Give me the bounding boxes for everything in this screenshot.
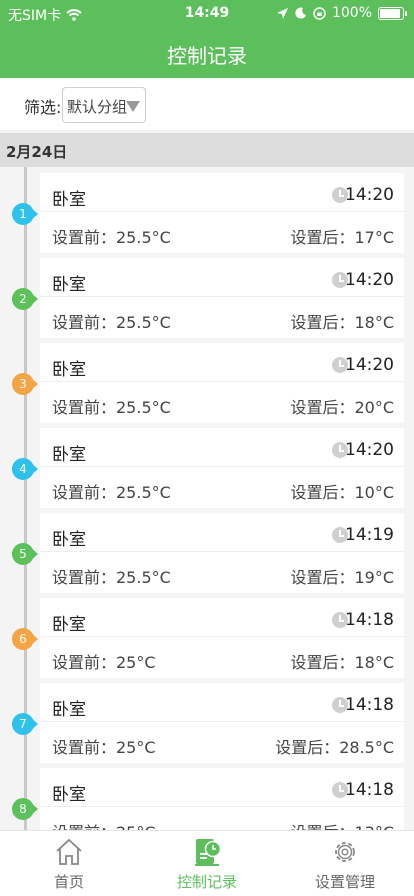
record-before-temp: 设置前：25°C: [52, 819, 156, 830]
record-after-temp: 设置后：20°C: [290, 398, 394, 417]
card-divider: [40, 211, 404, 212]
record-room: 卧室: [52, 275, 86, 295]
status-bar: 无SIM卡 14:49 100%: [0, 0, 414, 28]
date-group-header: 2月24日: [0, 133, 414, 167]
record-index-badge: 1: [12, 203, 40, 225]
record-card[interactable]: 卧室 14:20 设置前：25.5°C 设置后：17°C: [40, 173, 404, 253]
record-item[interactable]: 6 卧室 14:18 设置前：25°C 设置后：18°C: [0, 598, 414, 682]
status-right: 100%: [276, 5, 407, 21]
battery-percent: 100%: [331, 5, 372, 21]
record-card[interactable]: 卧室 14:18 设置前：25°C 设置后：28.5°C: [40, 683, 404, 763]
record-before-temp: 设置前：25°C: [52, 653, 156, 672]
group-select-value: 默认分组: [67, 98, 128, 116]
location-arrow-icon: [276, 7, 288, 19]
gear-icon: [335, 842, 355, 862]
record-after-temp: 设置后：10°C: [290, 483, 394, 502]
card-divider: [40, 296, 404, 297]
record-before-temp: 设置前：25.5°C: [52, 228, 171, 247]
battery-icon: [378, 6, 407, 20]
record-after-temp: 设置后：18°C: [290, 653, 394, 672]
home-icon: [56, 838, 82, 865]
page-title: 控制记录: [167, 44, 247, 68]
card-divider: [40, 381, 404, 382]
group-select[interactable]: 默认分组: [62, 87, 146, 123]
record-room: 卧室: [52, 190, 86, 210]
record-after-temp: 设置后：18°C: [290, 313, 394, 332]
filter-label: 筛选:: [24, 98, 62, 117]
record-index-badge: 2: [12, 288, 40, 310]
moon-icon: [295, 7, 306, 19]
card-divider: [40, 466, 404, 467]
record-index: 8: [19, 802, 27, 816]
record-before-temp: 设置前：25.5°C: [52, 313, 171, 332]
record-room: 卧室: [52, 445, 86, 465]
record-after-temp: 设置后：28.5°C: [275, 738, 394, 757]
card-divider: [40, 806, 404, 807]
record-item[interactable]: 8 卧室 14:18 设置前：25°C 设置后：13°C: [0, 768, 414, 830]
record-index-badge: 6: [12, 628, 40, 650]
record-card[interactable]: 卧室 14:20 设置前：25.5°C 设置后：10°C: [40, 428, 404, 508]
record-time: 14:20: [345, 355, 394, 375]
record-time: 14:20: [345, 270, 394, 290]
record-card[interactable]: 卧室 14:18 设置前：25°C 设置后：18°C: [40, 598, 404, 678]
record-before-temp: 设置前：25.5°C: [52, 568, 171, 587]
record-index-badge: 3: [12, 373, 40, 395]
record-card[interactable]: 卧室 14:20 设置前：25.5°C 设置后：18°C: [40, 258, 404, 338]
record-before-temp: 设置前：25.5°C: [52, 483, 171, 502]
rotation-lock-icon: [313, 6, 326, 20]
record-card[interactable]: 卧室 14:19 设置前：25.5°C 设置后：19°C: [40, 513, 404, 593]
record-time: 14:18: [345, 695, 394, 715]
record-item[interactable]: 1 卧室 14:20 设置前：25.5°C 设置后：17°C: [0, 173, 414, 257]
record-index: 1: [19, 207, 27, 221]
record-timeline[interactable]: 1 卧室 14:20 设置前：25.5°C 设置后：17°C 2 卧室 14:20 设置前：25…: [0, 167, 414, 830]
record-time: 14:20: [345, 185, 394, 205]
record-index: 2: [19, 292, 27, 306]
tab-records-label: 控制记录: [176, 873, 237, 891]
record-index-badge: 4: [12, 458, 40, 480]
record-before-temp: 设置前：25.5°C: [52, 398, 171, 417]
record-index: 4: [19, 462, 27, 476]
tab-records[interactable]: 控制记录: [138, 831, 276, 896]
record-item[interactable]: 4 卧室 14:20 设置前：25.5°C 设置后：10°C: [0, 428, 414, 512]
app-header: 无SIM卡 14:49 100% 控制记录: [0, 0, 414, 78]
record-icon: [195, 839, 222, 866]
record-time: 14:19: [345, 525, 394, 545]
record-index-badge: 5: [12, 543, 40, 565]
record-index: 3: [19, 377, 27, 391]
record-room: 卧室: [52, 615, 86, 635]
record-item[interactable]: 3 卧室 14:20 设置前：25.5°C 设置后：20°C: [0, 343, 414, 427]
card-divider: [40, 551, 404, 552]
record-index: 7: [19, 717, 27, 731]
record-index-badge: 7: [12, 713, 40, 735]
record-after-temp: 设置后：19°C: [290, 568, 394, 587]
record-before-temp: 设置前：25°C: [52, 738, 156, 757]
tab-settings-label: 设置管理: [314, 873, 375, 891]
caret-down-icon: [126, 101, 140, 112]
record-index: 5: [19, 547, 27, 561]
card-divider: [40, 636, 404, 637]
record-time: 14:20: [345, 440, 394, 460]
filter-row: 筛选: 默认分组: [0, 78, 414, 130]
record-index-badge: 8: [12, 798, 40, 820]
record-room: 卧室: [52, 700, 86, 720]
tab-bar: 首页 控制记录 设置管理: [0, 830, 414, 896]
tab-home[interactable]: 首页: [0, 831, 138, 896]
record-time: 14:18: [345, 610, 394, 630]
record-item[interactable]: 5 卧室 14:19 设置前：25.5°C 设置后：19°C: [0, 513, 414, 597]
record-index: 6: [19, 632, 27, 646]
record-room: 卧室: [52, 530, 86, 550]
date-group-label: 2月24日: [6, 143, 68, 161]
record-card[interactable]: 卧室 14:20 设置前：25.5°C 设置后：20°C: [40, 343, 404, 423]
record-after-temp: 设置后：13°C: [290, 819, 394, 830]
card-divider: [40, 721, 404, 722]
tab-home-label: 首页: [53, 873, 84, 891]
record-item[interactable]: 7 卧室 14:18 设置前：25°C 设置后：28.5°C: [0, 683, 414, 767]
record-time: 14:18: [345, 780, 394, 800]
record-after-temp: 设置后：17°C: [290, 228, 394, 247]
record-item[interactable]: 2 卧室 14:20 设置前：25.5°C 设置后：18°C: [0, 258, 414, 342]
tab-settings[interactable]: 设置管理: [276, 831, 414, 896]
record-card[interactable]: 卧室 14:18 设置前：25°C 设置后：13°C: [40, 768, 404, 830]
record-room: 卧室: [52, 360, 86, 380]
record-room: 卧室: [52, 785, 86, 805]
